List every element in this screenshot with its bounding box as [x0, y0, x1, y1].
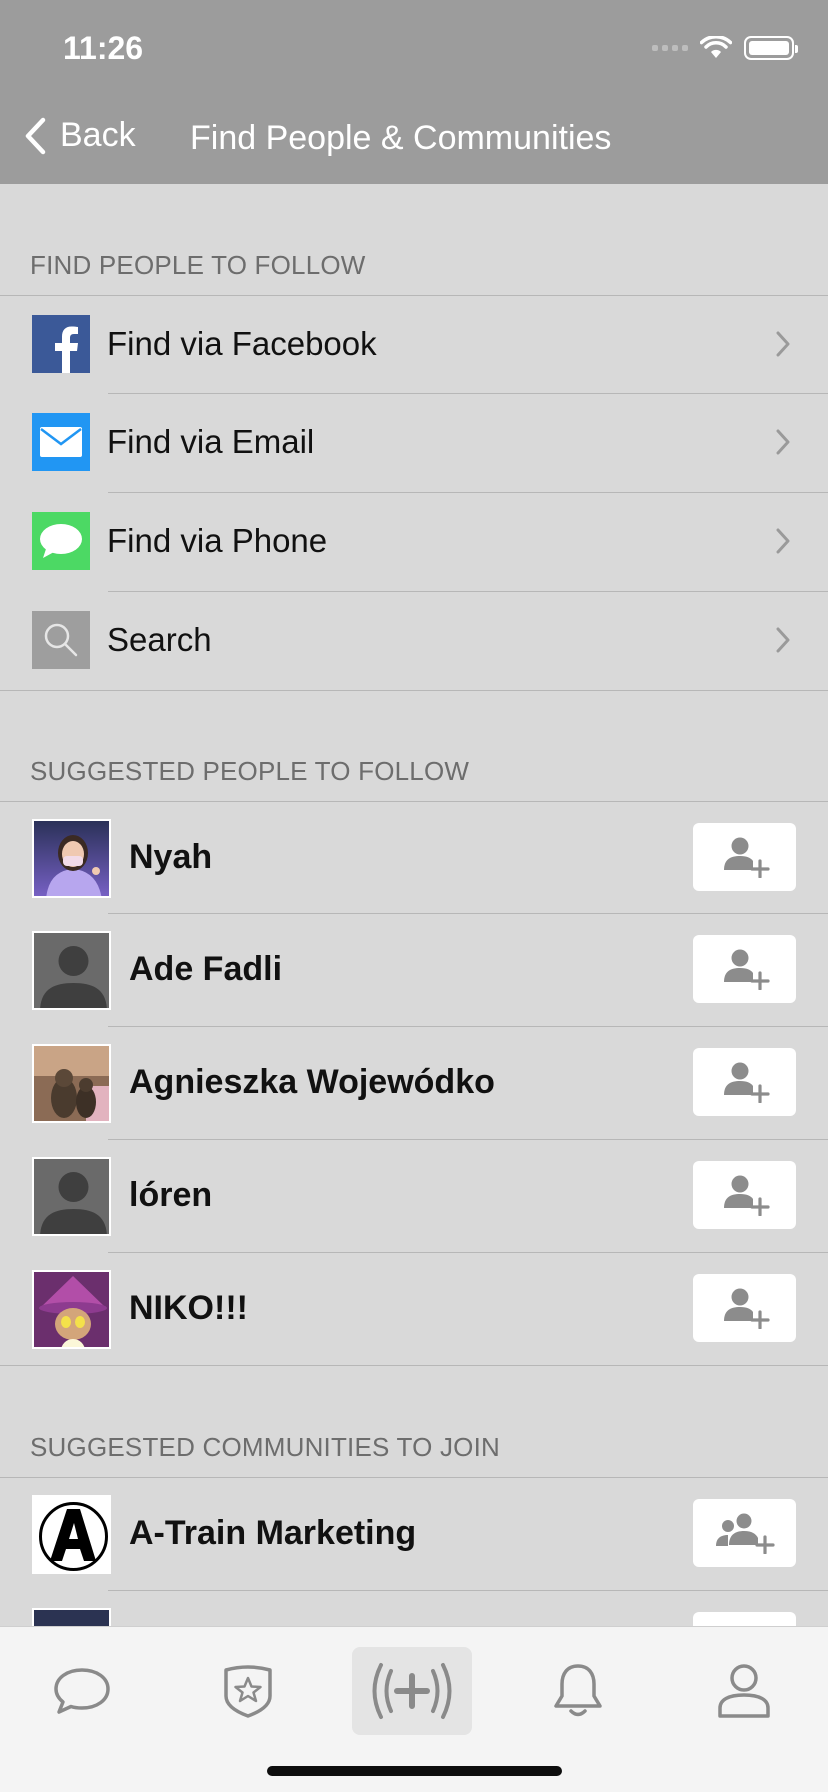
chevron-left-icon: [25, 117, 46, 154]
facebook-icon: [32, 315, 90, 373]
find-via-facebook-row[interactable]: Find via Facebook: [0, 295, 828, 393]
divider: [108, 1590, 828, 1591]
community-row[interactable]: A-Train Marketing: [0, 1477, 828, 1590]
chevron-right-icon: [776, 429, 790, 455]
add-person-icon: [723, 1175, 770, 1216]
person-name: lóren: [129, 1176, 213, 1214]
community-logo: [32, 1495, 111, 1574]
find-via-facebook-label: Find via Facebook: [107, 325, 377, 362]
status-icons: [652, 36, 798, 60]
find-via-phone-label: Find via Phone: [107, 522, 328, 559]
back-label: Back: [60, 116, 136, 154]
add-group-icon: [715, 1513, 775, 1554]
tab-favorites[interactable]: [198, 1647, 298, 1735]
person-row[interactable]: Ade Fadli: [0, 913, 828, 1026]
section-header-people: SUGGESTED PEOPLE TO FOLLOW: [30, 756, 470, 786]
default-avatar-icon: [32, 1157, 111, 1236]
person-row[interactable]: NIKO!!!: [0, 1252, 828, 1365]
wifi-icon: [700, 36, 732, 58]
person-name: NIKO!!!: [129, 1289, 248, 1327]
signal-icon: [652, 45, 688, 51]
status-time: 11:26: [63, 30, 144, 66]
divider: [0, 690, 828, 691]
follow-button[interactable]: [693, 1161, 796, 1229]
envelope-icon: [32, 413, 90, 471]
add-person-icon: [723, 949, 770, 990]
section-header-find: FIND PEOPLE TO FOLLOW: [30, 250, 366, 280]
page-title: Find People & Communities: [190, 119, 612, 157]
message-bubble-icon: [32, 512, 90, 570]
divider: [0, 1365, 828, 1366]
tab-profile[interactable]: [694, 1647, 794, 1735]
follow-button[interactable]: [693, 1048, 796, 1116]
community-name: A-Train Marketing: [129, 1514, 417, 1552]
find-via-email-row[interactable]: Find via Email: [0, 393, 828, 491]
person-name: Nyah: [129, 838, 213, 876]
person-row[interactable]: Agnieszka Wojewódko: [0, 1026, 828, 1139]
person-name: Ade Fadli: [129, 950, 283, 988]
default-avatar-icon: [32, 931, 111, 1010]
profile-icon: [718, 1664, 770, 1718]
join-button[interactable]: [693, 1499, 796, 1567]
add-person-icon: [723, 1288, 770, 1329]
tab-chat[interactable]: [32, 1647, 132, 1735]
broadcast-plus-icon: [372, 1663, 452, 1719]
person-row[interactable]: Nyah: [0, 801, 828, 914]
person-row[interactable]: lóren: [0, 1139, 828, 1252]
tab-notifications[interactable]: [528, 1647, 628, 1735]
back-button[interactable]: Back: [24, 116, 136, 155]
tab-broadcast[interactable]: [352, 1647, 472, 1735]
battery-icon: [744, 36, 798, 60]
chevron-right-icon: [776, 528, 790, 554]
avatar: [32, 1270, 111, 1349]
find-via-phone-row[interactable]: Find via Phone: [0, 492, 828, 590]
bell-icon: [554, 1664, 602, 1717]
search-label: Search: [107, 621, 212, 658]
top-bar: 11:26 Back Find People & Communities: [0, 0, 828, 184]
add-person-icon: [723, 1062, 770, 1103]
avatar: [32, 819, 111, 898]
find-via-email-label: Find via Email: [107, 423, 315, 460]
star-badge-icon: [224, 1665, 272, 1718]
add-person-icon: [723, 837, 770, 878]
chevron-right-icon: [776, 627, 790, 653]
avatar: [32, 1608, 111, 1628]
search-row[interactable]: Search: [0, 591, 828, 689]
chevron-right-icon: [776, 331, 790, 357]
follow-button[interactable]: [693, 1274, 796, 1342]
follow-button[interactable]: [693, 935, 796, 1003]
avatar: [32, 1044, 111, 1123]
home-indicator: [267, 1766, 562, 1776]
section-header-communities: SUGGESTED COMMUNITIES TO JOIN: [30, 1432, 500, 1462]
join-button[interactable]: [693, 1612, 796, 1626]
person-name: Agnieszka Wojewódko: [129, 1063, 495, 1101]
follow-button[interactable]: [693, 823, 796, 891]
chat-bubble-icon: [54, 1668, 110, 1714]
magnifier-icon: [32, 611, 90, 669]
